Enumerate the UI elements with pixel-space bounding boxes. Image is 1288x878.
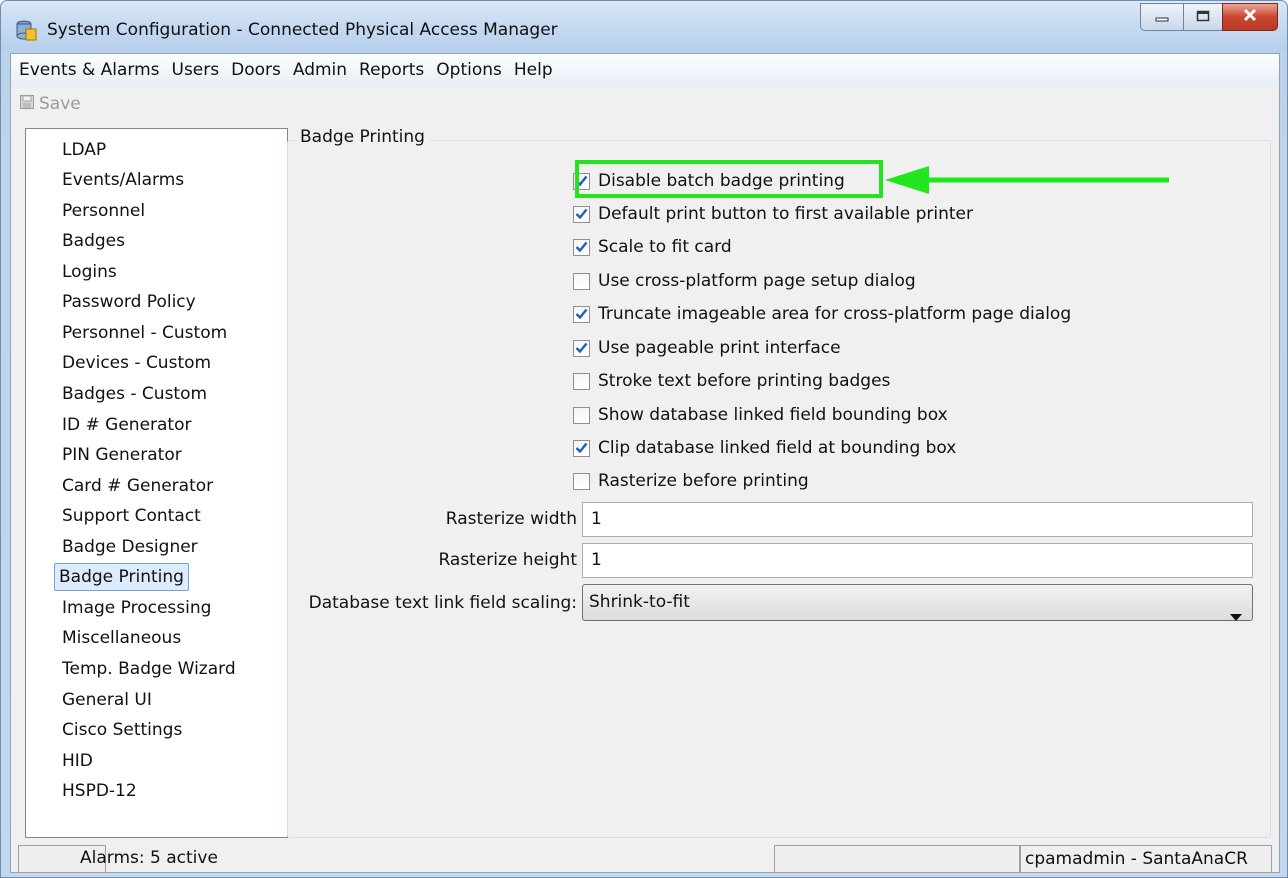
status-user: cpamadmin - SantaAnaCR: [1020, 845, 1272, 873]
menu-admin[interactable]: Admin: [293, 60, 347, 80]
checkbox-truncate-imageable[interactable]: Truncate imageable area for cross-platfo…: [573, 301, 1071, 327]
checkbox-stroke-text[interactable]: Stroke text before printing badges: [573, 368, 890, 394]
checkbox-check-icon: [575, 208, 588, 220]
checkbox-label: Truncate imageable area for cross-platfo…: [598, 304, 1072, 324]
checkbox-box[interactable]: [573, 305, 590, 323]
sidebar-item-temp-badge-wizard[interactable]: Temp. Badge Wizard: [58, 655, 240, 683]
menu-users[interactable]: Users: [172, 60, 220, 80]
window-title: System Configuration - Connected Physica…: [47, 20, 558, 40]
sidebar-item-ldap[interactable]: LDAP: [58, 136, 110, 164]
sidebar-item-general-ui[interactable]: General UI: [58, 686, 156, 714]
sidebar-item-personnel[interactable]: Personnel: [58, 197, 149, 225]
checkbox-label: Use cross-platform page setup dialog: [598, 271, 916, 291]
scaling-value: Shrink-to-fit: [589, 592, 690, 612]
scaling-label: Database text link field scaling:: [308, 593, 577, 613]
annotation-arrow: [885, 166, 1169, 194]
title-bar[interactable]: System Configuration - Connected Physica…: [1, 1, 1287, 53]
scaling-select[interactable]: Shrink-to-fit: [582, 584, 1253, 621]
rasterize-height-label: Rasterize height: [438, 550, 577, 570]
checkbox-box[interactable]: [573, 205, 590, 223]
save-icon: [19, 94, 39, 115]
checkbox-rasterize-before[interactable]: Rasterize before printing: [573, 468, 809, 494]
checkbox-box[interactable]: [573, 439, 590, 457]
save-label: Save: [39, 94, 81, 114]
checkbox-label: Show database linked field bounding box: [598, 405, 948, 425]
checkbox-cross-platform-setup[interactable]: Use cross-platform page setup dialog: [573, 268, 916, 294]
checkbox-label: Rasterize before printing: [598, 471, 809, 491]
highlight-box: [575, 160, 883, 198]
status-alarms[interactable]: Alarms: 5 active: [70, 845, 774, 873]
rasterize-width-input[interactable]: 1: [582, 502, 1253, 537]
sidebar-item-image-processing[interactable]: Image Processing: [58, 594, 215, 622]
menu-events-alarms[interactable]: Events & Alarms: [19, 60, 160, 80]
minimize-icon: [1155, 7, 1169, 27]
checkbox-box[interactable]: [573, 272, 590, 290]
checkbox-scale-to-fit[interactable]: Scale to fit card: [573, 234, 732, 260]
checkbox-box[interactable]: [573, 472, 590, 490]
checkbox-box[interactable]: [573, 372, 590, 390]
status-bar: Alarms: 5 active cpamadmin - SantaAnaCR: [10, 845, 1280, 873]
sidebar-item-hspd-12[interactable]: HSPD-12: [58, 777, 141, 805]
status-middle: [774, 845, 1020, 873]
sidebar-item-badges-custom[interactable]: Badges - Custom: [58, 380, 211, 408]
sidebar-item-cisco-settings[interactable]: Cisco Settings: [58, 716, 186, 744]
checkbox-check-icon: [575, 342, 588, 354]
menu-reports[interactable]: Reports: [359, 60, 424, 80]
sidebar-item-hid[interactable]: HID: [58, 747, 97, 775]
sidebar-item-devices-custom[interactable]: Devices - Custom: [58, 349, 215, 377]
sidebar-item-miscellaneous[interactable]: Miscellaneous: [58, 624, 185, 652]
checkbox-box[interactable]: [573, 339, 590, 357]
category-list[interactable]: LDAP Events/Alarms Personnel Badges Logi…: [25, 128, 288, 838]
checkbox-clip-bounding-box[interactable]: Clip database linked field at bounding b…: [573, 435, 956, 461]
rasterize-width-label: Rasterize width: [445, 509, 577, 529]
menu-doors[interactable]: Doors: [231, 60, 281, 80]
rasterize-height-input[interactable]: 1: [582, 543, 1253, 578]
checkbox-label: Scale to fit card: [598, 237, 732, 257]
sidebar-item-events-alarms[interactable]: Events/Alarms: [58, 166, 188, 194]
checkbox-box[interactable]: [573, 238, 590, 256]
sidebar-item-password-policy[interactable]: Password Policy: [58, 288, 200, 316]
checkbox-default-print-button[interactable]: Default print button to first available …: [573, 201, 973, 227]
menu-bar: Events & Alarms Users Doors Admin Report…: [11, 54, 1279, 86]
sidebar-item-badges[interactable]: Badges: [58, 227, 129, 255]
dropdown-arrow-icon: [1230, 600, 1242, 635]
checkbox-box[interactable]: [573, 406, 590, 424]
sidebar-item-support-contact[interactable]: Support Contact: [58, 502, 205, 530]
checkbox-show-bounding-box[interactable]: Show database linked field bounding box: [573, 402, 948, 428]
menu-options[interactable]: Options: [436, 60, 502, 80]
sidebar-item-badge-printing[interactable]: Badge Printing: [54, 563, 189, 591]
app-icon: [15, 19, 37, 41]
sidebar-item-card-generator[interactable]: Card # Generator: [58, 472, 217, 500]
save-button[interactable]: Save: [19, 94, 81, 115]
sidebar-item-id-generator[interactable]: ID # Generator: [58, 411, 195, 439]
checkbox-label: Stroke text before printing badges: [598, 371, 891, 391]
sidebar-item-logins[interactable]: Logins: [58, 258, 121, 286]
maximize-icon: [1196, 7, 1210, 27]
checkbox-label: Use pageable print interface: [598, 338, 841, 358]
checkbox-pageable-interface[interactable]: Use pageable print interface: [573, 335, 841, 361]
main-window: System Configuration - Connected Physica…: [0, 0, 1288, 878]
close-icon: [1242, 7, 1258, 27]
checkbox-label: Default print button to first available …: [598, 204, 973, 224]
checkbox-check-icon: [575, 241, 588, 253]
close-button[interactable]: [1222, 3, 1278, 31]
checkbox-check-icon: [575, 308, 588, 320]
checkbox-check-icon: [575, 442, 588, 454]
maximize-button[interactable]: [1183, 3, 1223, 31]
toolbar: Save: [11, 86, 1279, 122]
checkbox-label: Clip database linked field at bounding b…: [598, 438, 957, 458]
sidebar-item-pin-generator[interactable]: PIN Generator: [58, 441, 186, 469]
group-title: Badge Printing: [296, 127, 429, 147]
sidebar-item-badge-designer[interactable]: Badge Designer: [58, 533, 202, 561]
sidebar-item-personnel-custom[interactable]: Personnel - Custom: [58, 319, 231, 347]
menu-help[interactable]: Help: [514, 60, 553, 80]
minimize-button[interactable]: [1140, 3, 1184, 31]
